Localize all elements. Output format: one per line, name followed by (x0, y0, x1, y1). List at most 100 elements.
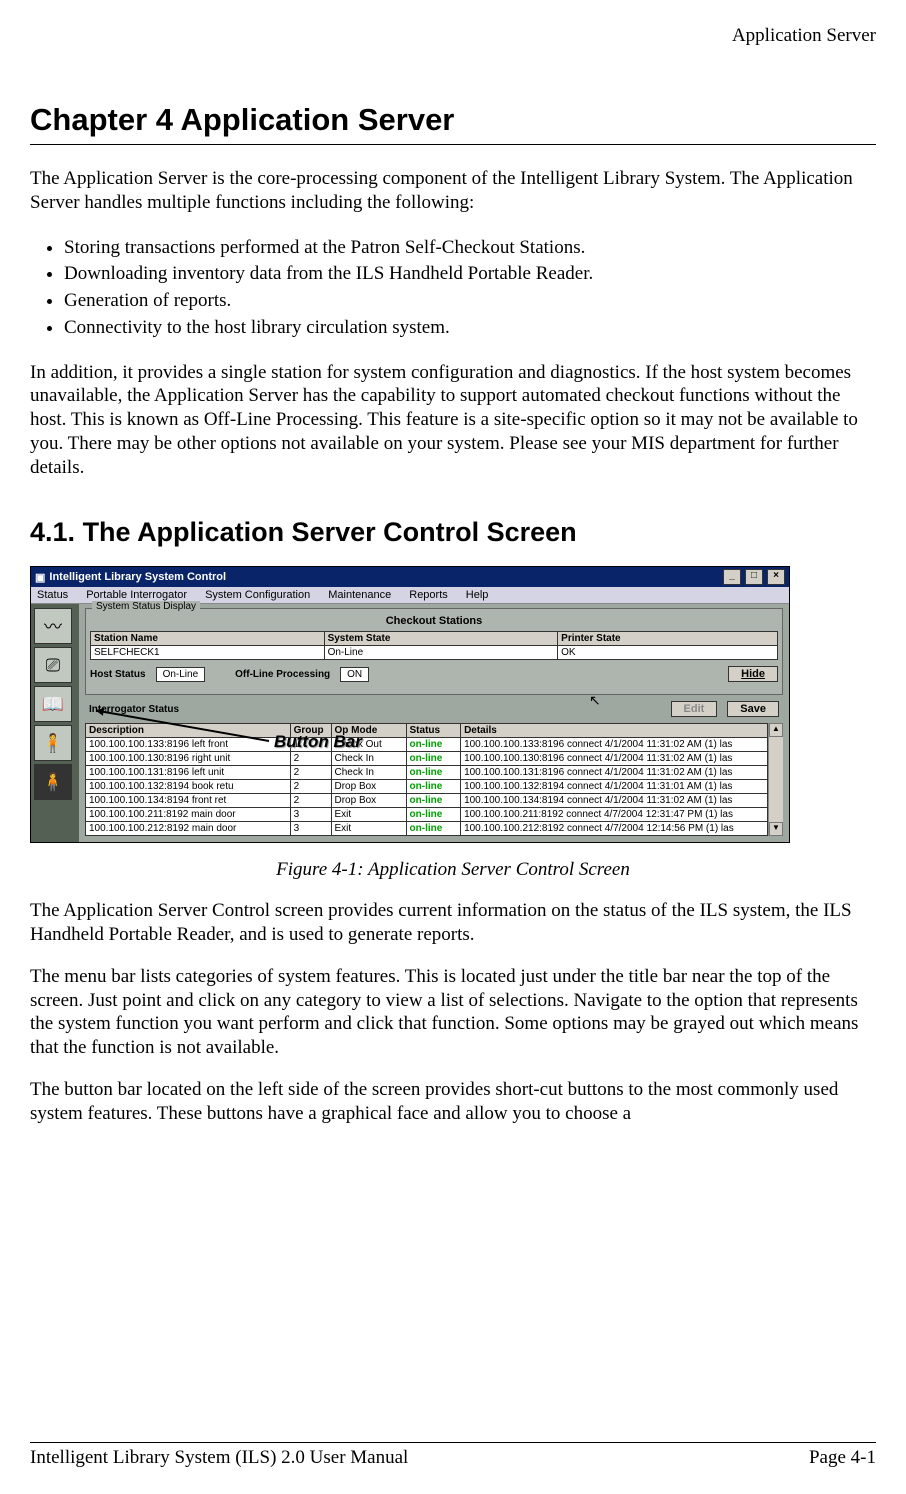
table-row[interactable]: 100.100.100.211:8192 main door 3 Exit on… (86, 808, 768, 822)
cell-details: 100.100.100.132:8194 connect 4/1/2004 11… (461, 780, 768, 794)
offline-processing-label: Off-Line Processing (235, 669, 330, 680)
section-name: The Application Server Control Screen (83, 517, 577, 547)
cell-description: 100.100.100.133:8196 left front (86, 738, 291, 752)
cell-group: 1 (290, 738, 331, 752)
table-row[interactable]: SELFCHECK1 On-Line OK (91, 646, 778, 660)
scroll-up-icon[interactable]: ▲ (769, 723, 783, 737)
cell-details: 100.100.100.130:8196 connect 4/1/2004 11… (461, 752, 768, 766)
cell-status: on-line (406, 808, 461, 822)
close-button[interactable]: × (767, 569, 785, 585)
button-bar: 〰 ⎚ 📖 🧍 🧍 (31, 604, 79, 842)
cell-printer-state: OK (558, 646, 778, 660)
footer-left: Intelligent Library System (ILS) 2.0 Use… (30, 1447, 408, 1469)
cell-description: 100.100.100.134:8194 front ret (86, 794, 291, 808)
cell-group: 2 (290, 794, 331, 808)
host-status-value: On-Line (156, 667, 206, 682)
person-dark-icon[interactable]: 🧍 (34, 725, 72, 761)
cell-details: 100.100.100.211:8192 connect 4/7/2004 12… (461, 808, 768, 822)
offline-processing-value: ON (340, 667, 369, 682)
cell-group: 2 (290, 752, 331, 766)
col-group: Group (290, 724, 331, 738)
chapter-rule (30, 144, 876, 145)
cell-details: 100.100.100.212:8192 connect 4/7/2004 12… (461, 822, 768, 836)
bullet-item: Generation of reports. (64, 289, 876, 313)
cell-details: 100.100.100.131:8196 connect 4/1/2004 11… (461, 766, 768, 780)
col-details: Details (461, 724, 768, 738)
bullet-item: Downloading inventory data from the ILS … (64, 262, 876, 286)
cell-details: 100.100.100.133:8196 connect 4/1/2004 11… (461, 738, 768, 752)
bullet-list: Storing transactions performed at the Pa… (64, 233, 876, 343)
window-titlebar[interactable]: ▣ Intelligent Library System Control _ □… (31, 567, 789, 587)
footer-right: Page 4-1 (809, 1447, 876, 1469)
col-system-state: System State (324, 632, 558, 646)
cell-description: 100.100.100.212:8192 main door (86, 822, 291, 836)
maximize-button[interactable]: □ (745, 569, 763, 585)
stations-table: Station Name System State Printer State … (90, 631, 778, 660)
menu-reports[interactable]: Reports (409, 589, 448, 601)
cell-station-name: SELFCHECK1 (91, 646, 325, 660)
bullet-item: Connectivity to the host library circula… (64, 316, 876, 340)
monitor-waveform-icon[interactable]: 〰 (34, 608, 72, 644)
figure-app-window: ▣ Intelligent Library System Control _ □… (30, 566, 790, 843)
checkout-stations-heading: Checkout Stations (90, 615, 778, 627)
cell-system-state: On-Line (324, 646, 558, 660)
interrogator-table: Description Group Op Mode Status Details… (85, 723, 768, 836)
menu-system-configuration[interactable]: System Configuration (205, 589, 310, 601)
cell-status: on-line (406, 780, 461, 794)
cell-op-mode: Check In (331, 752, 406, 766)
cell-op-mode: Check In (331, 766, 406, 780)
menu-help[interactable]: Help (466, 589, 489, 601)
minimize-button[interactable]: _ (723, 569, 741, 585)
main-panel: Menu Bar Button Bar ↖ System Status Disp… (79, 604, 789, 842)
cell-group: 2 (290, 766, 331, 780)
table-row[interactable]: 100.100.100.132:8194 book retu 2 Drop Bo… (86, 780, 768, 794)
figure-caption: Figure 4-1: Application Server Control S… (30, 859, 876, 881)
table-row[interactable]: 100.100.100.133:8196 left front 1 Check … (86, 738, 768, 752)
cell-status: on-line (406, 822, 461, 836)
cell-op-mode: Drop Box (331, 794, 406, 808)
menu-portable-interrogator[interactable]: Portable Interrogator (86, 589, 187, 601)
cell-op-mode: Exit (331, 808, 406, 822)
cell-status: on-line (406, 766, 461, 780)
group-label: System Status Display (92, 601, 200, 612)
chapter-title: Chapter 4 Application Server (30, 102, 876, 138)
page-footer: Intelligent Library System (ILS) 2.0 Use… (30, 1422, 876, 1469)
cell-op-mode: Check Out (331, 738, 406, 752)
cell-op-mode: Drop Box (331, 780, 406, 794)
table-row[interactable]: 100.100.100.134:8194 front ret 2 Drop Bo… (86, 794, 768, 808)
save-button[interactable]: Save (727, 701, 779, 717)
bullet-item: Storing transactions performed at the Pa… (64, 236, 876, 260)
interrogator-icon[interactable]: ⎚ (34, 647, 72, 683)
running-header: Application Server (30, 25, 876, 47)
scroll-down-icon[interactable]: ▼ (769, 822, 783, 836)
host-status-label: Host Status (90, 669, 146, 680)
chapter-name: Application Server (180, 102, 454, 137)
edit-button[interactable]: Edit (671, 701, 718, 717)
section-number: 4.1. (30, 517, 75, 547)
intro-paragraph-2: In addition, it provides a single statio… (30, 361, 876, 480)
system-status-group: System Status Display Checkout Stations … (85, 608, 783, 695)
cell-status: on-line (406, 794, 461, 808)
table-row[interactable]: 100.100.100.212:8192 main door 3 Exit on… (86, 822, 768, 836)
table-row[interactable]: 100.100.100.131:8196 left unit 2 Check I… (86, 766, 768, 780)
cell-op-mode: Exit (331, 822, 406, 836)
table-row[interactable]: 100.100.100.130:8196 right unit 2 Check … (86, 752, 768, 766)
intro-paragraph-1: The Application Server is the core-proce… (30, 167, 876, 215)
book-icon[interactable]: 📖 (34, 686, 72, 722)
body-paragraph-1: The Application Server Control screen pr… (30, 899, 876, 947)
cell-description: 100.100.100.130:8196 right unit (86, 752, 291, 766)
hide-button[interactable]: Hide (728, 666, 778, 682)
app-icon: ▣ (35, 571, 45, 584)
window-title: Intelligent Library System Control (49, 571, 226, 583)
cell-status: on-line (406, 738, 461, 752)
menu-status[interactable]: Status (37, 589, 68, 601)
cell-description: 100.100.100.211:8192 main door (86, 808, 291, 822)
section-title: 4.1. The Application Server Control Scre… (30, 517, 876, 548)
vertical-scrollbar[interactable]: ▲ ▼ (768, 723, 783, 836)
col-description: Description (86, 724, 291, 738)
menu-maintenance[interactable]: Maintenance (328, 589, 391, 601)
cell-group: 3 (290, 808, 331, 822)
footer-rule (30, 1442, 876, 1443)
host-status-row: Host Status On-Line Off-Line Processing … (90, 666, 778, 682)
person-light-icon[interactable]: 🧍 (34, 764, 72, 800)
